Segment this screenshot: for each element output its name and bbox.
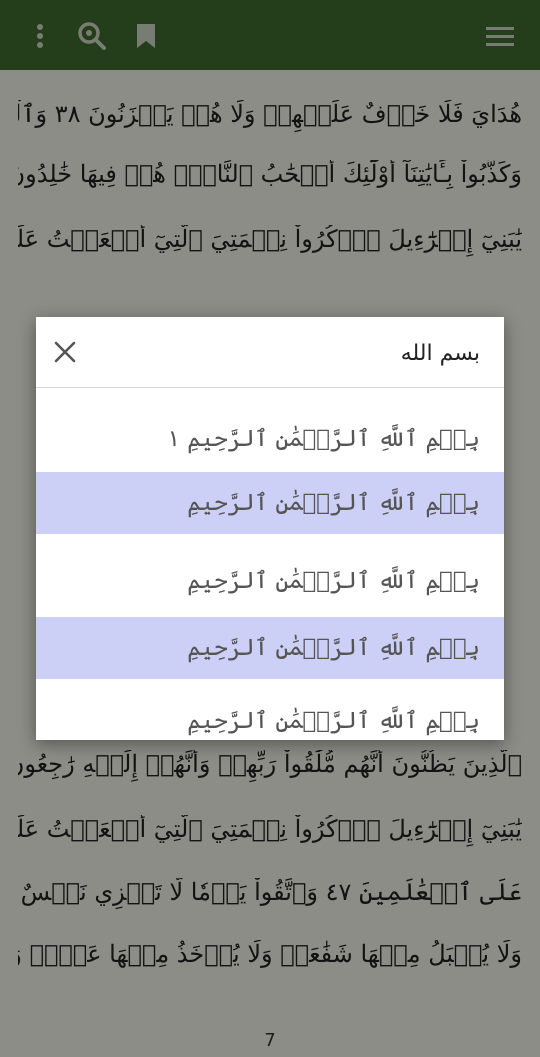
close-icon[interactable] xyxy=(50,337,80,367)
search-result-item[interactable]: بِسۡمِ ٱللَّهِ ٱلرَّحۡمَٰنِ ٱلرَّحِيمِ xyxy=(36,690,504,740)
search-bar xyxy=(36,317,504,388)
search-result-item[interactable]: بِسۡمِ ٱللَّهِ ٱلرَّحۡمَٰنِ ٱلرَّحِيمِ xyxy=(36,617,504,679)
search-result-item[interactable]: بِسۡمِ ٱللَّهِ ٱلرَّحۡمَٰنِ ٱلرَّحِيمِ xyxy=(36,472,504,534)
search-dialog: بِسۡمِ ٱللَّهِ ٱلرَّحۡمَٰنِ ٱلرَّحِيمِ ١… xyxy=(36,317,504,740)
search-input[interactable] xyxy=(98,335,482,371)
search-result-item[interactable]: بِسۡمِ ٱللَّهِ ٱلرَّحۡمَٰنِ ٱلرَّحِيمِ xyxy=(36,550,504,612)
search-result-item[interactable]: بِسۡمِ ٱللَّهِ ٱلرَّحۡمَٰنِ ٱلرَّحِيمِ ١ xyxy=(36,408,504,470)
